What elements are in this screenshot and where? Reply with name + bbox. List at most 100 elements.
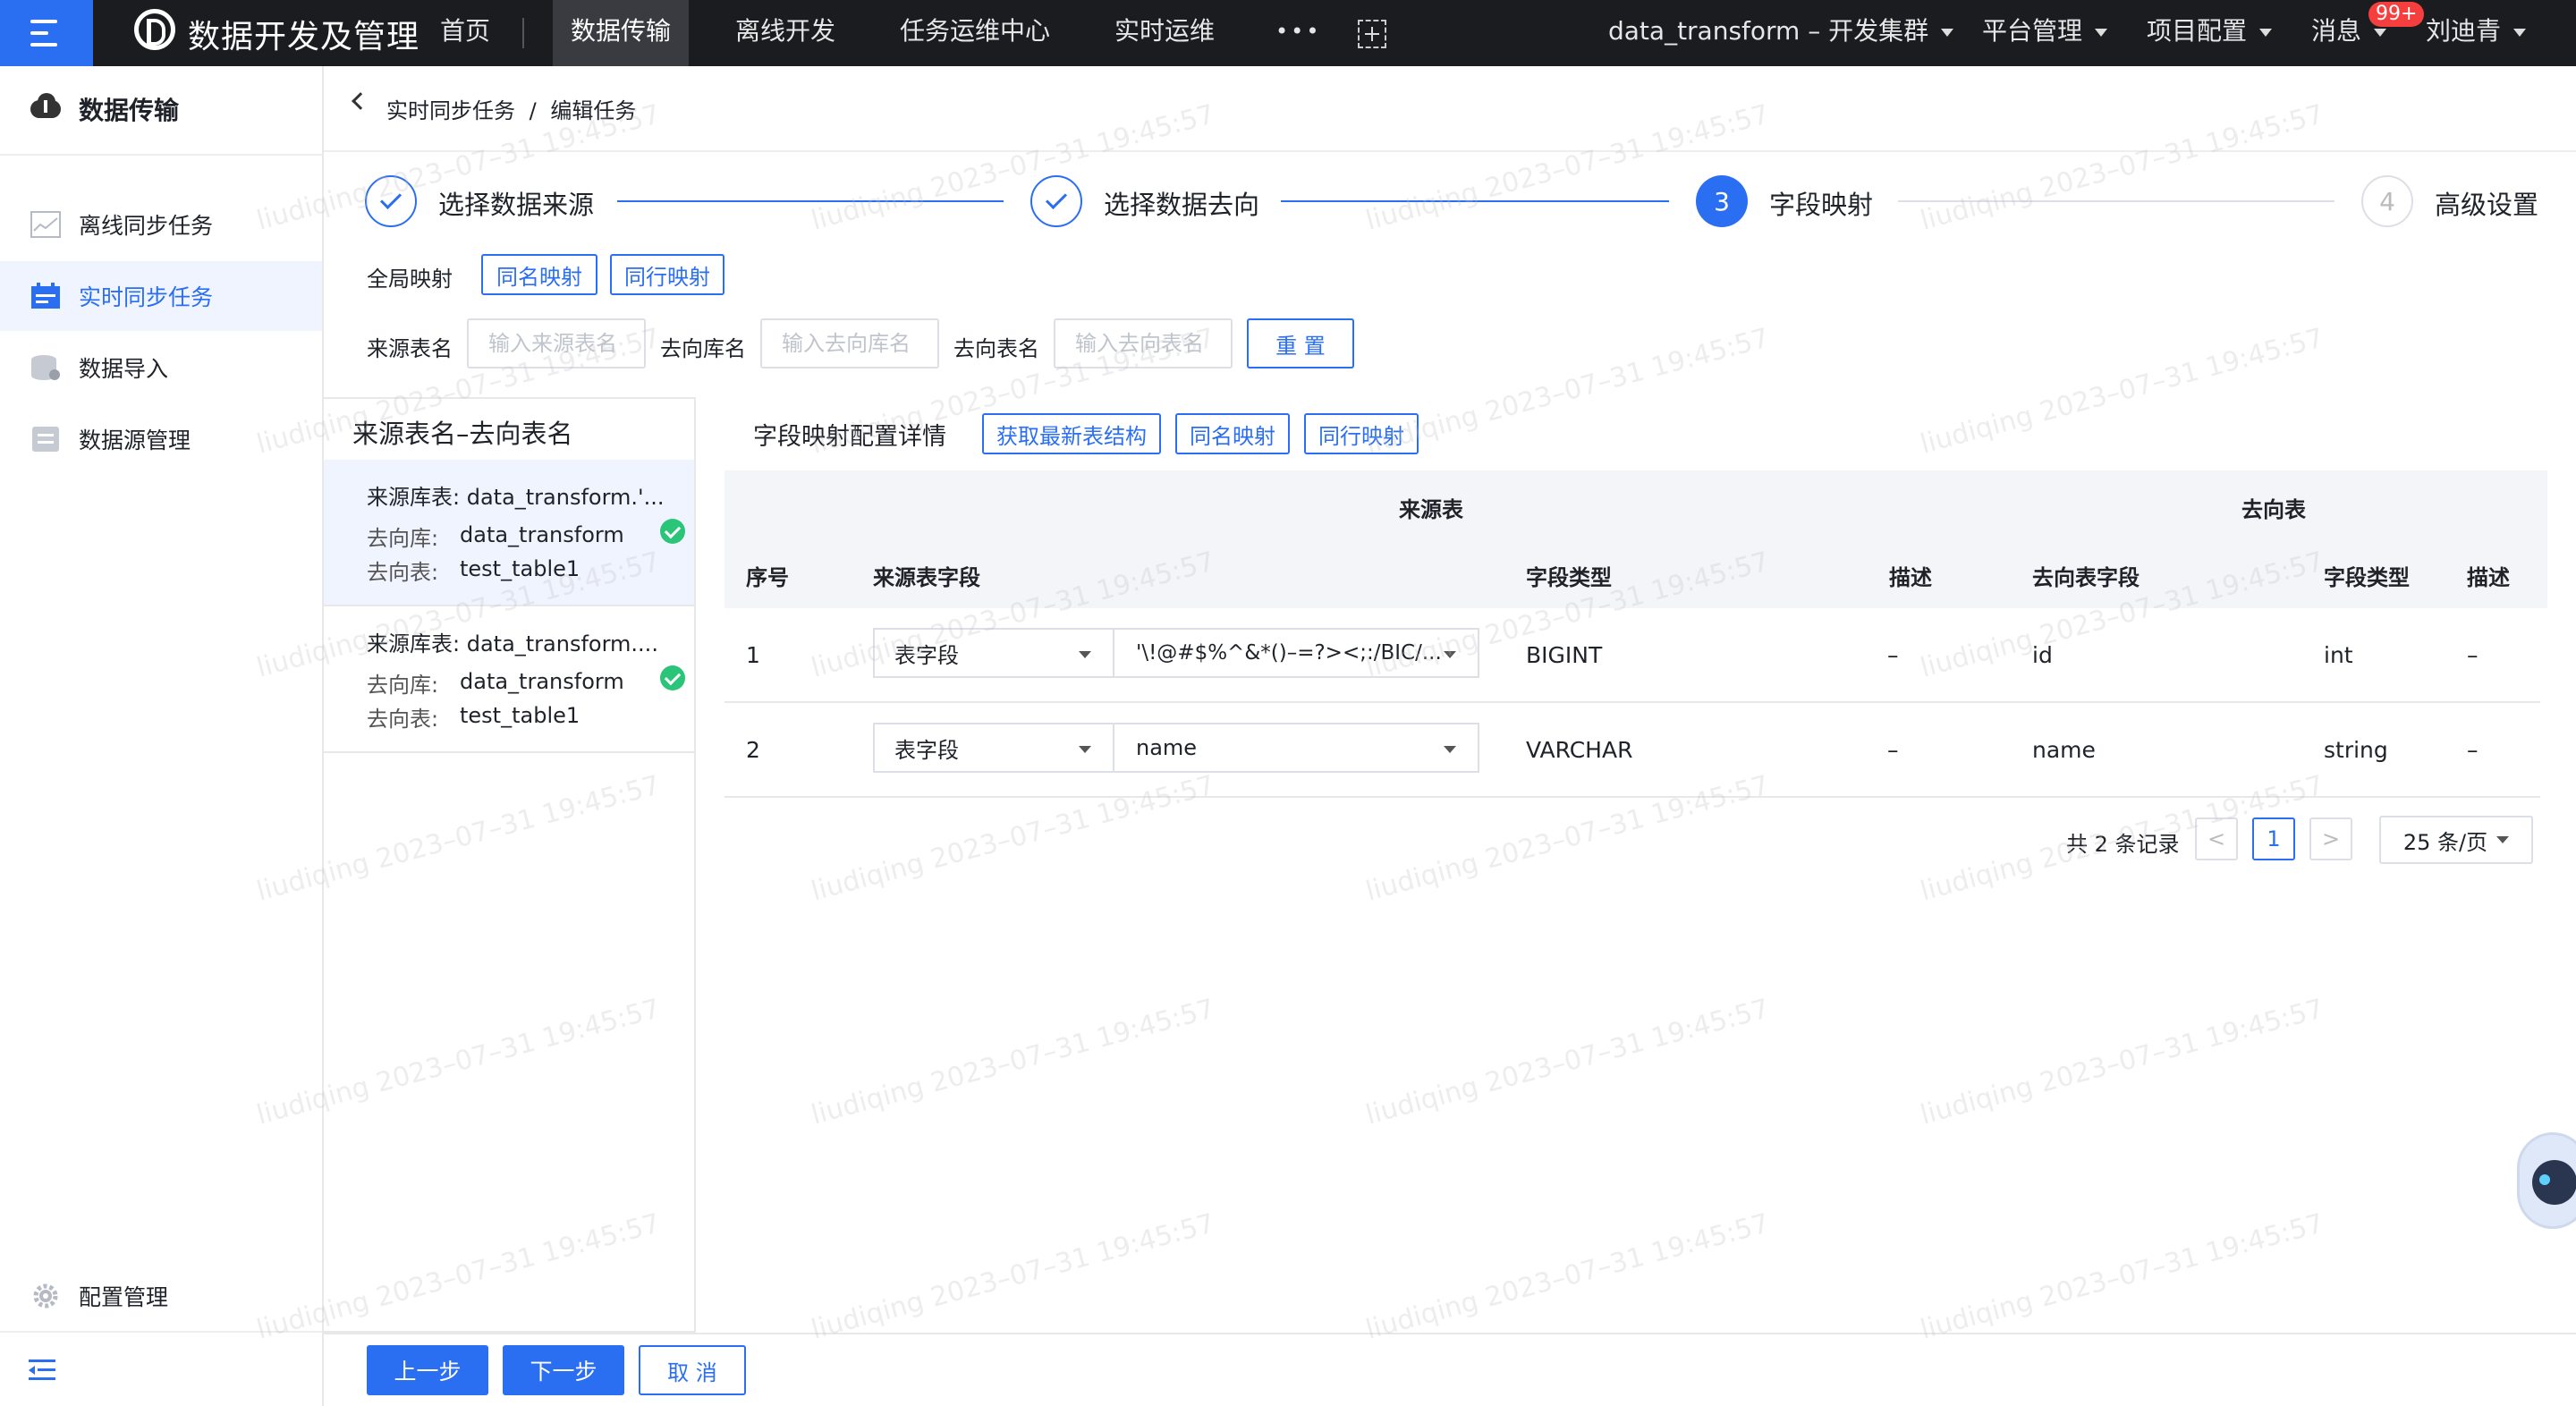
cell-target-field: id bbox=[2032, 642, 2053, 668]
cell-target-type: string bbox=[2324, 737, 2388, 763]
source-field-select[interactable]: name bbox=[1113, 723, 1479, 773]
cell-target-type: int bbox=[2324, 642, 2353, 668]
project-menu[interactable]: 项目配置 bbox=[2147, 0, 2273, 66]
column-header: 来源表字段 bbox=[873, 565, 980, 590]
target-table-input[interactable] bbox=[1054, 318, 1233, 368]
group-header-target: 去向表 bbox=[2241, 497, 2306, 522]
breadcrumb: 实时同步任务 / 编辑任务 bbox=[386, 93, 636, 124]
chevron-down-icon bbox=[2374, 28, 2387, 37]
cluster-selector[interactable]: data_transform – 开发集群 bbox=[1608, 0, 1954, 66]
nav-data-transfer[interactable]: 数据传输 bbox=[553, 0, 690, 66]
table-list-item[interactable]: 来源库表: data_transform.'... 去向库: data_tran… bbox=[324, 460, 694, 606]
user-menu[interactable]: 刘迪青 bbox=[2426, 0, 2527, 66]
hamburger-menu-icon[interactable] bbox=[0, 0, 93, 66]
sidebar-item-data-import[interactable]: 数据导入 bbox=[0, 333, 322, 402]
sidebar-item-offline-sync[interactable]: 离线同步任务 bbox=[0, 190, 322, 259]
column-header: 字段类型 bbox=[2324, 565, 2410, 590]
chevron-down-icon bbox=[2496, 836, 2510, 843]
cancel-button[interactable]: 取 消 bbox=[639, 1345, 746, 1395]
platform-menu[interactable]: 平台管理 bbox=[1982, 0, 2108, 66]
reset-button[interactable]: 重 置 bbox=[1247, 318, 1354, 368]
next-step-button[interactable]: 下一步 bbox=[503, 1345, 624, 1395]
table-item-target-table-label: 去向表: bbox=[367, 707, 439, 732]
chevron-down-icon bbox=[1079, 651, 1091, 658]
source-table-label: 来源表名 bbox=[367, 336, 453, 361]
watermark-text: liudiqing 2023–07–31 19:45:57 bbox=[1917, 1207, 2327, 1346]
messages-label: 消息 bbox=[2311, 16, 2362, 46]
project-label: 项目配置 bbox=[2147, 16, 2248, 46]
sidebar-divider bbox=[0, 154, 322, 156]
cell-desc: – bbox=[1887, 642, 1899, 668]
step-connector bbox=[1281, 200, 1669, 202]
chevron-down-icon bbox=[1444, 651, 1456, 658]
step-4-number: 4 bbox=[2361, 175, 2413, 227]
table-item-source: 来源库表: data_transform.... bbox=[367, 631, 658, 656]
table-item-source: 来源库表: data_transform.'... bbox=[367, 485, 665, 510]
sidebar-item-datasource[interactable]: 数据源管理 bbox=[0, 404, 322, 474]
column-header: 描述 bbox=[2467, 565, 2510, 590]
nav-offline-dev[interactable]: 离线开发 bbox=[735, 0, 835, 66]
source-field-value: '\!@#$%^&*()–=?><;:/BIC/... bbox=[1136, 641, 1442, 665]
more-icon[interactable]: ••• bbox=[1275, 0, 1321, 66]
group-header-source: 来源表 bbox=[1399, 497, 1463, 522]
page-size-select[interactable]: 25 条/页 bbox=[2379, 816, 2533, 864]
table-item-target-db: data_transform bbox=[460, 522, 624, 547]
pager-page-1[interactable]: 1 bbox=[2252, 817, 2295, 860]
fetch-latest-schema-button[interactable]: 获取最新表结构 bbox=[982, 413, 1161, 454]
table-list-item[interactable]: 来源库表: data_transform.... 去向库: data_trans… bbox=[324, 606, 694, 753]
same-name-mapping-button[interactable]: 同名映射 bbox=[1175, 413, 1290, 454]
nav-realtime-ops[interactable]: 实时运维 bbox=[1114, 0, 1215, 66]
target-db-input[interactable] bbox=[760, 318, 939, 368]
chevron-down-icon bbox=[2259, 28, 2273, 37]
watermark-text: liudiqing 2023–07–31 19:45:57 bbox=[1362, 1207, 1773, 1346]
page-size-value: 25 条/页 bbox=[2402, 829, 2488, 855]
cell-target-desc: – bbox=[2467, 642, 2479, 668]
collapse-sidebar-icon[interactable] bbox=[29, 1359, 57, 1381]
assistant-robot-icon[interactable] bbox=[2517, 1132, 2576, 1229]
nav-divider bbox=[522, 18, 524, 48]
nav-home[interactable]: 首页 bbox=[440, 0, 490, 66]
cluster-label: data_transform – 开发集群 bbox=[1608, 16, 1929, 46]
step-connector bbox=[1898, 200, 2334, 202]
pager-next-button[interactable]: > bbox=[2309, 817, 2352, 860]
sidebar-item-label: 离线同步任务 bbox=[79, 213, 214, 239]
sidebar-item-config[interactable]: 配置管理 bbox=[0, 1261, 322, 1331]
global-same-name-button[interactable]: 同名映射 bbox=[481, 254, 597, 295]
sidebar-item-label: 数据导入 bbox=[79, 356, 169, 382]
sidebar-item-label: 配置管理 bbox=[79, 1284, 169, 1310]
sidebar-divider bbox=[0, 1331, 322, 1333]
back-arrow-icon[interactable] bbox=[352, 92, 369, 110]
watermark-text: liudiqing 2023–07–31 19:45:57 bbox=[1362, 993, 1773, 1131]
field-kind-value: 表字段 bbox=[894, 737, 959, 763]
same-row-mapping-button[interactable]: 同行映射 bbox=[1304, 413, 1419, 454]
step-3-number: 3 bbox=[1696, 175, 1748, 227]
global-same-row-button[interactable]: 同行映射 bbox=[610, 254, 724, 295]
target-db-label: 去向库名 bbox=[660, 336, 746, 361]
table-item-target-db-label: 去向库: bbox=[367, 526, 439, 551]
previous-step-button[interactable]: 上一步 bbox=[367, 1345, 488, 1395]
check-circle-icon bbox=[660, 665, 685, 690]
step-1-done-icon bbox=[365, 175, 417, 227]
pager-prev-button[interactable]: < bbox=[2195, 817, 2238, 860]
step-connector bbox=[617, 200, 1004, 202]
platform-label: 平台管理 bbox=[1982, 16, 2083, 46]
cell-target-desc: – bbox=[2467, 737, 2479, 763]
check-circle-icon bbox=[660, 519, 685, 544]
nav-task-ops[interactable]: 任务运维中心 bbox=[900, 0, 1050, 66]
chevron-down-icon bbox=[1079, 746, 1091, 753]
breadcrumb-parent[interactable]: 实时同步任务 bbox=[386, 98, 515, 123]
chevron-down-icon bbox=[2095, 28, 2108, 37]
field-kind-select[interactable]: 表字段 bbox=[873, 628, 1114, 678]
pager-total: 共 2 条记录 bbox=[2066, 832, 2180, 857]
add-panel-icon[interactable] bbox=[1358, 20, 1386, 48]
chevron-down-icon bbox=[1941, 28, 1954, 37]
user-name: 刘迪青 bbox=[2426, 16, 2502, 46]
sidebar-item-realtime-sync[interactable]: 实时同步任务 bbox=[0, 261, 322, 331]
sidebar-item-label: 数据源管理 bbox=[79, 428, 191, 453]
field-kind-select[interactable]: 表字段 bbox=[873, 723, 1114, 773]
watermark-text: liudiqing 2023–07–31 19:45:57 bbox=[1917, 322, 2327, 461]
breadcrumb-separator: / bbox=[529, 98, 537, 123]
source-field-select[interactable]: '\!@#$%^&*()–=?><;:/BIC/... bbox=[1113, 628, 1479, 678]
sidebar: 数据传输 离线同步任务 实时同步任务 数据导入 数据源管理 配置管理 bbox=[0, 66, 324, 1406]
source-table-input[interactable] bbox=[467, 318, 646, 368]
